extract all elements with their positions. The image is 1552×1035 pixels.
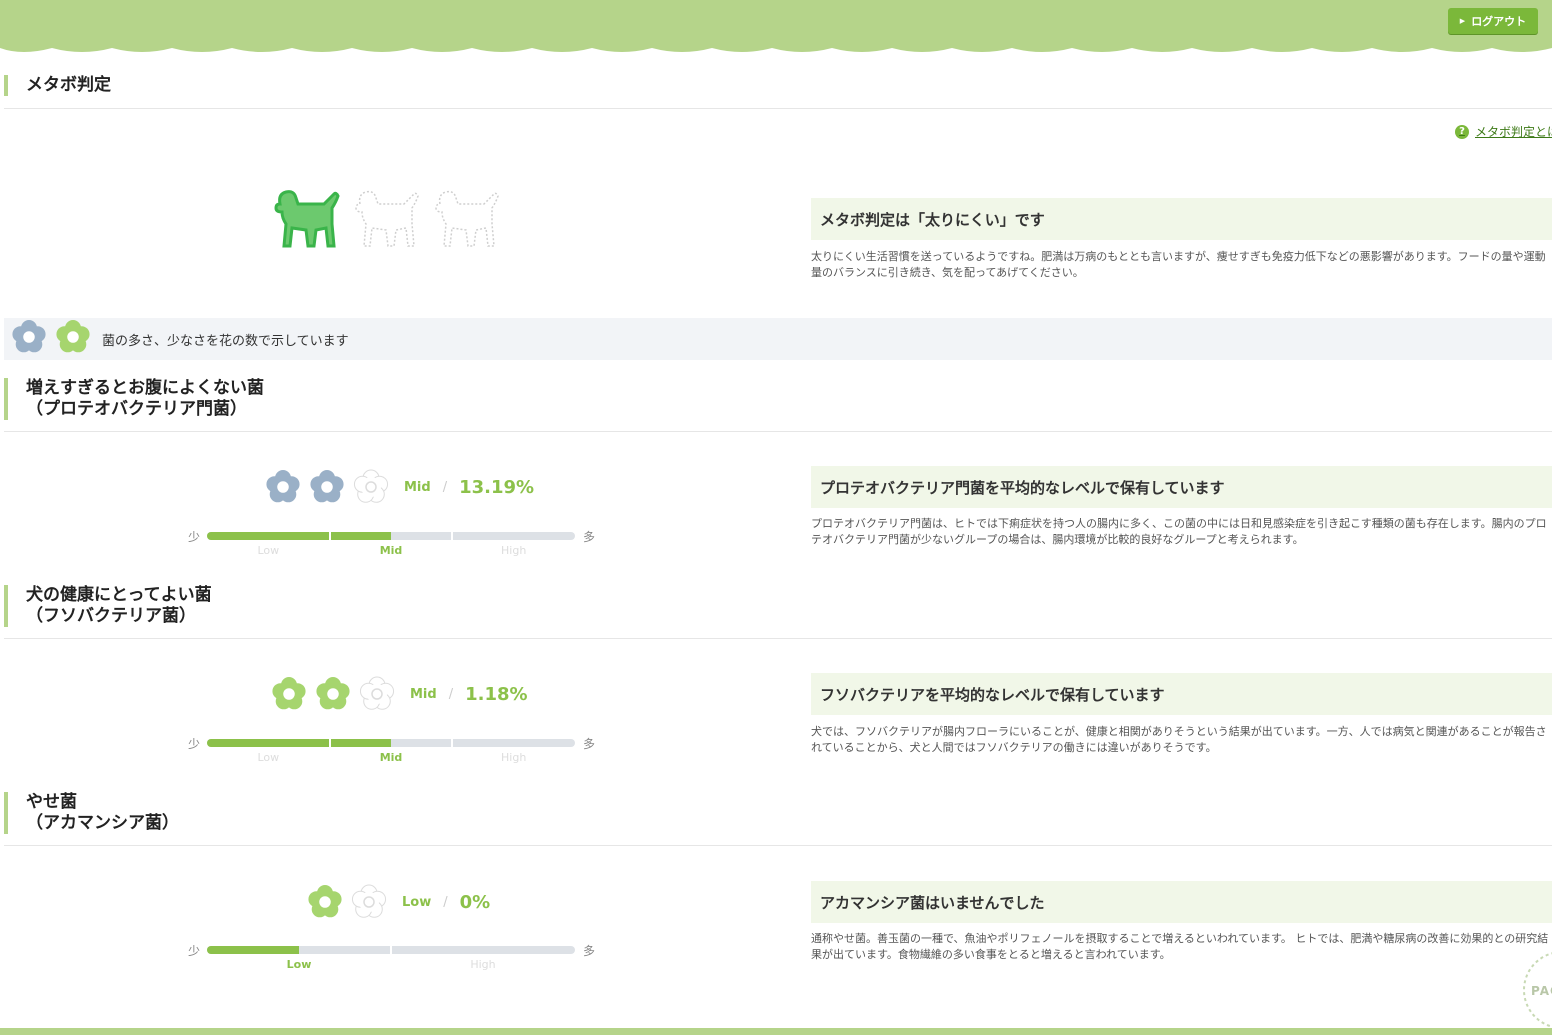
- section-divider: [4, 108, 1552, 109]
- flower-green-icon: [54, 318, 92, 360]
- meter-high-end: 多: [583, 944, 596, 958]
- meter-high-end: 多: [583, 737, 596, 751]
- akkermansia-rating: Low / 0%: [306, 883, 490, 921]
- metabo-verdict: メタボ判定は「太りにくい」です: [811, 198, 1552, 240]
- meter-label-low: Low: [286, 958, 312, 971]
- meter-low-end: 少: [188, 737, 201, 751]
- wavy-header-bg: [0, 0, 1552, 52]
- level-label: Mid: [410, 686, 437, 702]
- flower-empty-icon: [353, 469, 389, 503]
- meter-label-low: Low: [257, 544, 280, 557]
- proteobacteria-verdict: プロテオバクテリア門菌を平均的なレベルで保有しています: [811, 466, 1552, 508]
- proteobacteria-rating: Mid / 13.19%: [264, 468, 534, 506]
- proteobacteria-meter: 少 多 Low Mid High: [188, 528, 598, 558]
- question-icon: ?: [1455, 124, 1469, 139]
- fusobacteria-verdict: フソバクテリアを平均的なレベルで保有しています: [811, 673, 1552, 715]
- proteobacteria-section-title: 増えすぎるとお腹によくない菌 （プロテオバクテリア門菌）: [4, 378, 264, 420]
- percent-value: 0%: [459, 891, 491, 913]
- meter-label-high: High: [501, 544, 527, 557]
- fusobacteria-section-title: 犬の健康にとってよい菌 （フソバクテリア菌）: [4, 585, 212, 627]
- meter-tick: [451, 739, 454, 747]
- flower-legend: 菌の多さ、少なさを花の数で示しています: [4, 318, 1552, 360]
- flower-rating: [306, 883, 388, 921]
- meter-fill: [207, 739, 391, 747]
- flower-blue-icon: [310, 470, 344, 503]
- play-arrow-icon: ▶: [1459, 17, 1466, 25]
- section-divider: [4, 845, 1552, 846]
- meter-label-high: High: [501, 751, 527, 764]
- dog-outline-icon: [435, 190, 499, 247]
- meter-label-high: High: [470, 958, 496, 971]
- meter-tick: [328, 739, 331, 747]
- flower-rating: [264, 468, 390, 506]
- flower-rating: [270, 675, 396, 713]
- meter-high-end: 多: [583, 530, 596, 544]
- fusobacteria-rating: Mid / 1.18%: [270, 675, 528, 713]
- meter-tick: [390, 946, 392, 954]
- meter-track: [207, 532, 575, 540]
- flower-blue-icon: [10, 318, 48, 360]
- flower-empty-icon: [351, 884, 387, 918]
- flower-empty-icon: [359, 676, 395, 710]
- fusobacteria-description: 犬では、フソバクテリアが腸内フローラにいることが、健康と相関がありそうという結果…: [811, 725, 1547, 754]
- logout-label: ログアウト: [1471, 15, 1527, 28]
- flower-green-icon: [308, 885, 342, 918]
- flower-green-icon: [272, 677, 306, 710]
- footer-bar: [0, 1028, 1552, 1035]
- section-divider: [4, 638, 1552, 639]
- legend-text: 菌の多さ、少なさを花の数で示しています: [102, 333, 349, 349]
- metabo-section-title: メタボ判定: [4, 75, 111, 96]
- section-divider: [4, 431, 1552, 432]
- flower-blue-icon: [266, 470, 300, 503]
- page-top-button[interactable]: PAGE: [1522, 950, 1552, 1030]
- metabo-dog-rating: [272, 184, 504, 254]
- meter-label-mid: Mid: [379, 544, 403, 557]
- akkermansia-meter: 少 多 Low High: [188, 942, 598, 972]
- metabo-description: 太りにくい生活習慣を送っているようですね。肥満は万病のもととも言いますが、痩せす…: [811, 250, 1546, 279]
- flower-green-icon: [316, 677, 350, 710]
- dog-outline-icon: [355, 190, 419, 247]
- meter-label-low: Low: [257, 751, 280, 764]
- metabo-help-link[interactable]: ? メタボ判定とは: [1455, 123, 1552, 140]
- akkermansia-section-title: やせ菌 （アカマンシア菌）: [4, 792, 179, 834]
- help-link-text: メタボ判定とは: [1475, 125, 1552, 139]
- logout-button[interactable]: ▶ ログアウト: [1448, 8, 1538, 34]
- meter-track: [207, 739, 575, 747]
- level-label: Mid: [404, 479, 431, 495]
- akkermansia-description: 通称やせ菌。善玉菌の一種で、魚油やポリフェノールを摂取することで増えるといわれて…: [811, 932, 1549, 961]
- proteobacteria-description: プロテオバクテリア門菌は、ヒトでは下痢症状を持つ人の腸内に多く、この菌の中には日…: [811, 517, 1547, 546]
- meter-low-end: 少: [188, 944, 201, 958]
- meter-low-end: 少: [188, 530, 201, 544]
- page-header: ▶ ログアウト: [0, 0, 1552, 62]
- fusobacteria-meter: 少 多 Low Mid High: [188, 735, 598, 765]
- akkermansia-verdict: アカマンシア菌はいませんでした: [811, 881, 1552, 923]
- percent-value: 1.18%: [465, 683, 528, 705]
- level-label: Low: [402, 894, 432, 910]
- meter-tick: [328, 532, 331, 540]
- percent-value: 13.19%: [459, 476, 535, 498]
- meter-label-mid: Mid: [379, 751, 403, 764]
- meter-tick: [451, 532, 454, 540]
- meter-fill: [207, 532, 391, 540]
- page-stamp-text: PAGE: [1531, 984, 1552, 998]
- meter-fill: [207, 946, 299, 954]
- meter-track: [207, 946, 575, 954]
- dog-filled-icon: [274, 190, 340, 248]
